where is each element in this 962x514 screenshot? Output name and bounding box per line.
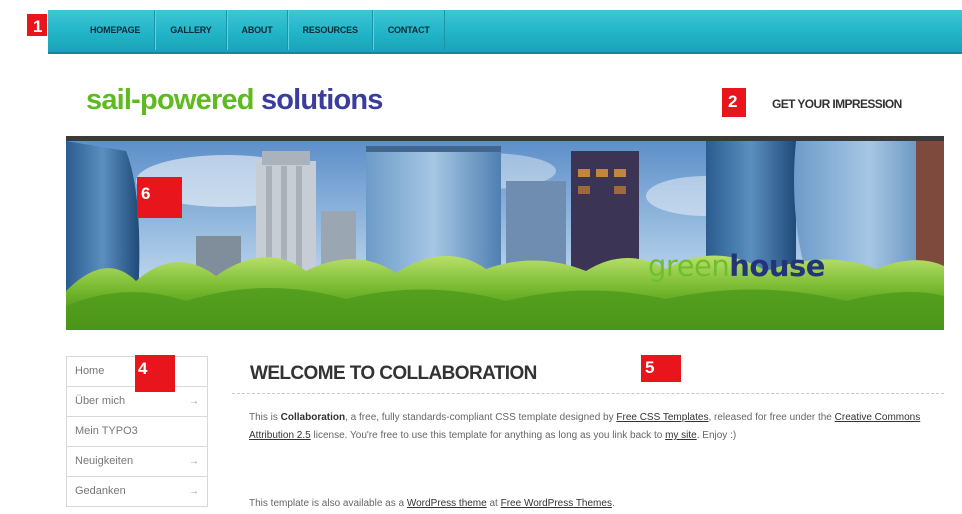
sidebar-item-gedanken[interactable]: Gedanken →: [67, 477, 207, 507]
arrow-right-icon: →: [189, 456, 199, 467]
text-span: , released for free under the: [708, 412, 835, 423]
text-span: This is: [249, 412, 281, 423]
site-logo[interactable]: sail-powered solutions: [86, 84, 383, 117]
free-css-templates-link[interactable]: Free CSS Templates: [616, 412, 708, 423]
free-wordpress-themes-link[interactable]: Free WordPress Themes: [501, 498, 612, 509]
sidebar-item-label: Home: [75, 365, 105, 377]
title-divider: [232, 393, 944, 394]
text-span: .: [611, 498, 615, 509]
annotation-marker-1: 1: [27, 14, 47, 36]
top-nav-bar: HOMEPAGE GALLERY ABOUT RESOURCES CONTACT: [48, 10, 962, 54]
annotation-marker-4: 4: [135, 355, 175, 392]
text-span: license. You're free to use this templat…: [310, 430, 666, 441]
arrow-right-icon: →: [189, 486, 199, 497]
annotation-marker-6: 6: [137, 177, 182, 218]
sidebar-item-label: Über mich: [75, 395, 126, 407]
my-site-link[interactable]: my site: [665, 430, 697, 441]
header-banner-image: greenhouse: [66, 141, 944, 330]
sidebar-item-label: Mein TYPO3: [75, 425, 138, 437]
sidebar-item-label: Neuigkeiten: [75, 455, 134, 467]
sidebar-item-neuigkeiten[interactable]: Neuigkeiten →: [67, 447, 207, 477]
banner-wordmark: greenhouse: [648, 249, 825, 283]
sidebar-item-mein-typo3[interactable]: Mein TYPO3: [67, 417, 207, 447]
logo-text-secondary: solutions: [260, 84, 383, 116]
page-title: WELCOME TO COLLABORATION: [250, 363, 537, 384]
banner-word-green: green: [648, 249, 730, 283]
nav-resources[interactable]: RESOURCES: [287, 10, 373, 50]
wordpress-theme-link[interactable]: WordPress theme: [407, 498, 487, 509]
nav-homepage[interactable]: HOMEPAGE: [76, 10, 156, 50]
nav-gallery[interactable]: GALLERY: [155, 10, 227, 50]
nav-about[interactable]: ABOUT: [226, 10, 288, 50]
text-span: at: [486, 498, 501, 509]
arrow-right-icon: →: [189, 396, 199, 407]
sidebar-item-label: Gedanken: [75, 485, 126, 497]
main-nav: HOMEPAGE GALLERY ABOUT RESOURCES CONTACT: [76, 10, 445, 52]
text-span: This template is also available as a: [249, 498, 407, 509]
banner-word-house: house: [729, 249, 825, 283]
header-tagline: GET YOUR IMPRESSION: [772, 97, 902, 111]
text-span: , a free, fully standards-compliant CSS …: [345, 412, 617, 423]
annotation-marker-5: 5: [641, 355, 681, 382]
wordpress-paragraph: This template is also available as a Wor…: [249, 495, 949, 513]
text-span: . Enjoy :): [696, 430, 737, 441]
nav-contact[interactable]: CONTACT: [372, 10, 445, 50]
logo-text-primary: sail-powered: [86, 84, 254, 116]
intro-paragraph: This is Collaboration, a free, fully sta…: [249, 409, 949, 445]
template-name: Collaboration: [280, 412, 346, 423]
annotation-marker-2: 2: [722, 88, 746, 117]
